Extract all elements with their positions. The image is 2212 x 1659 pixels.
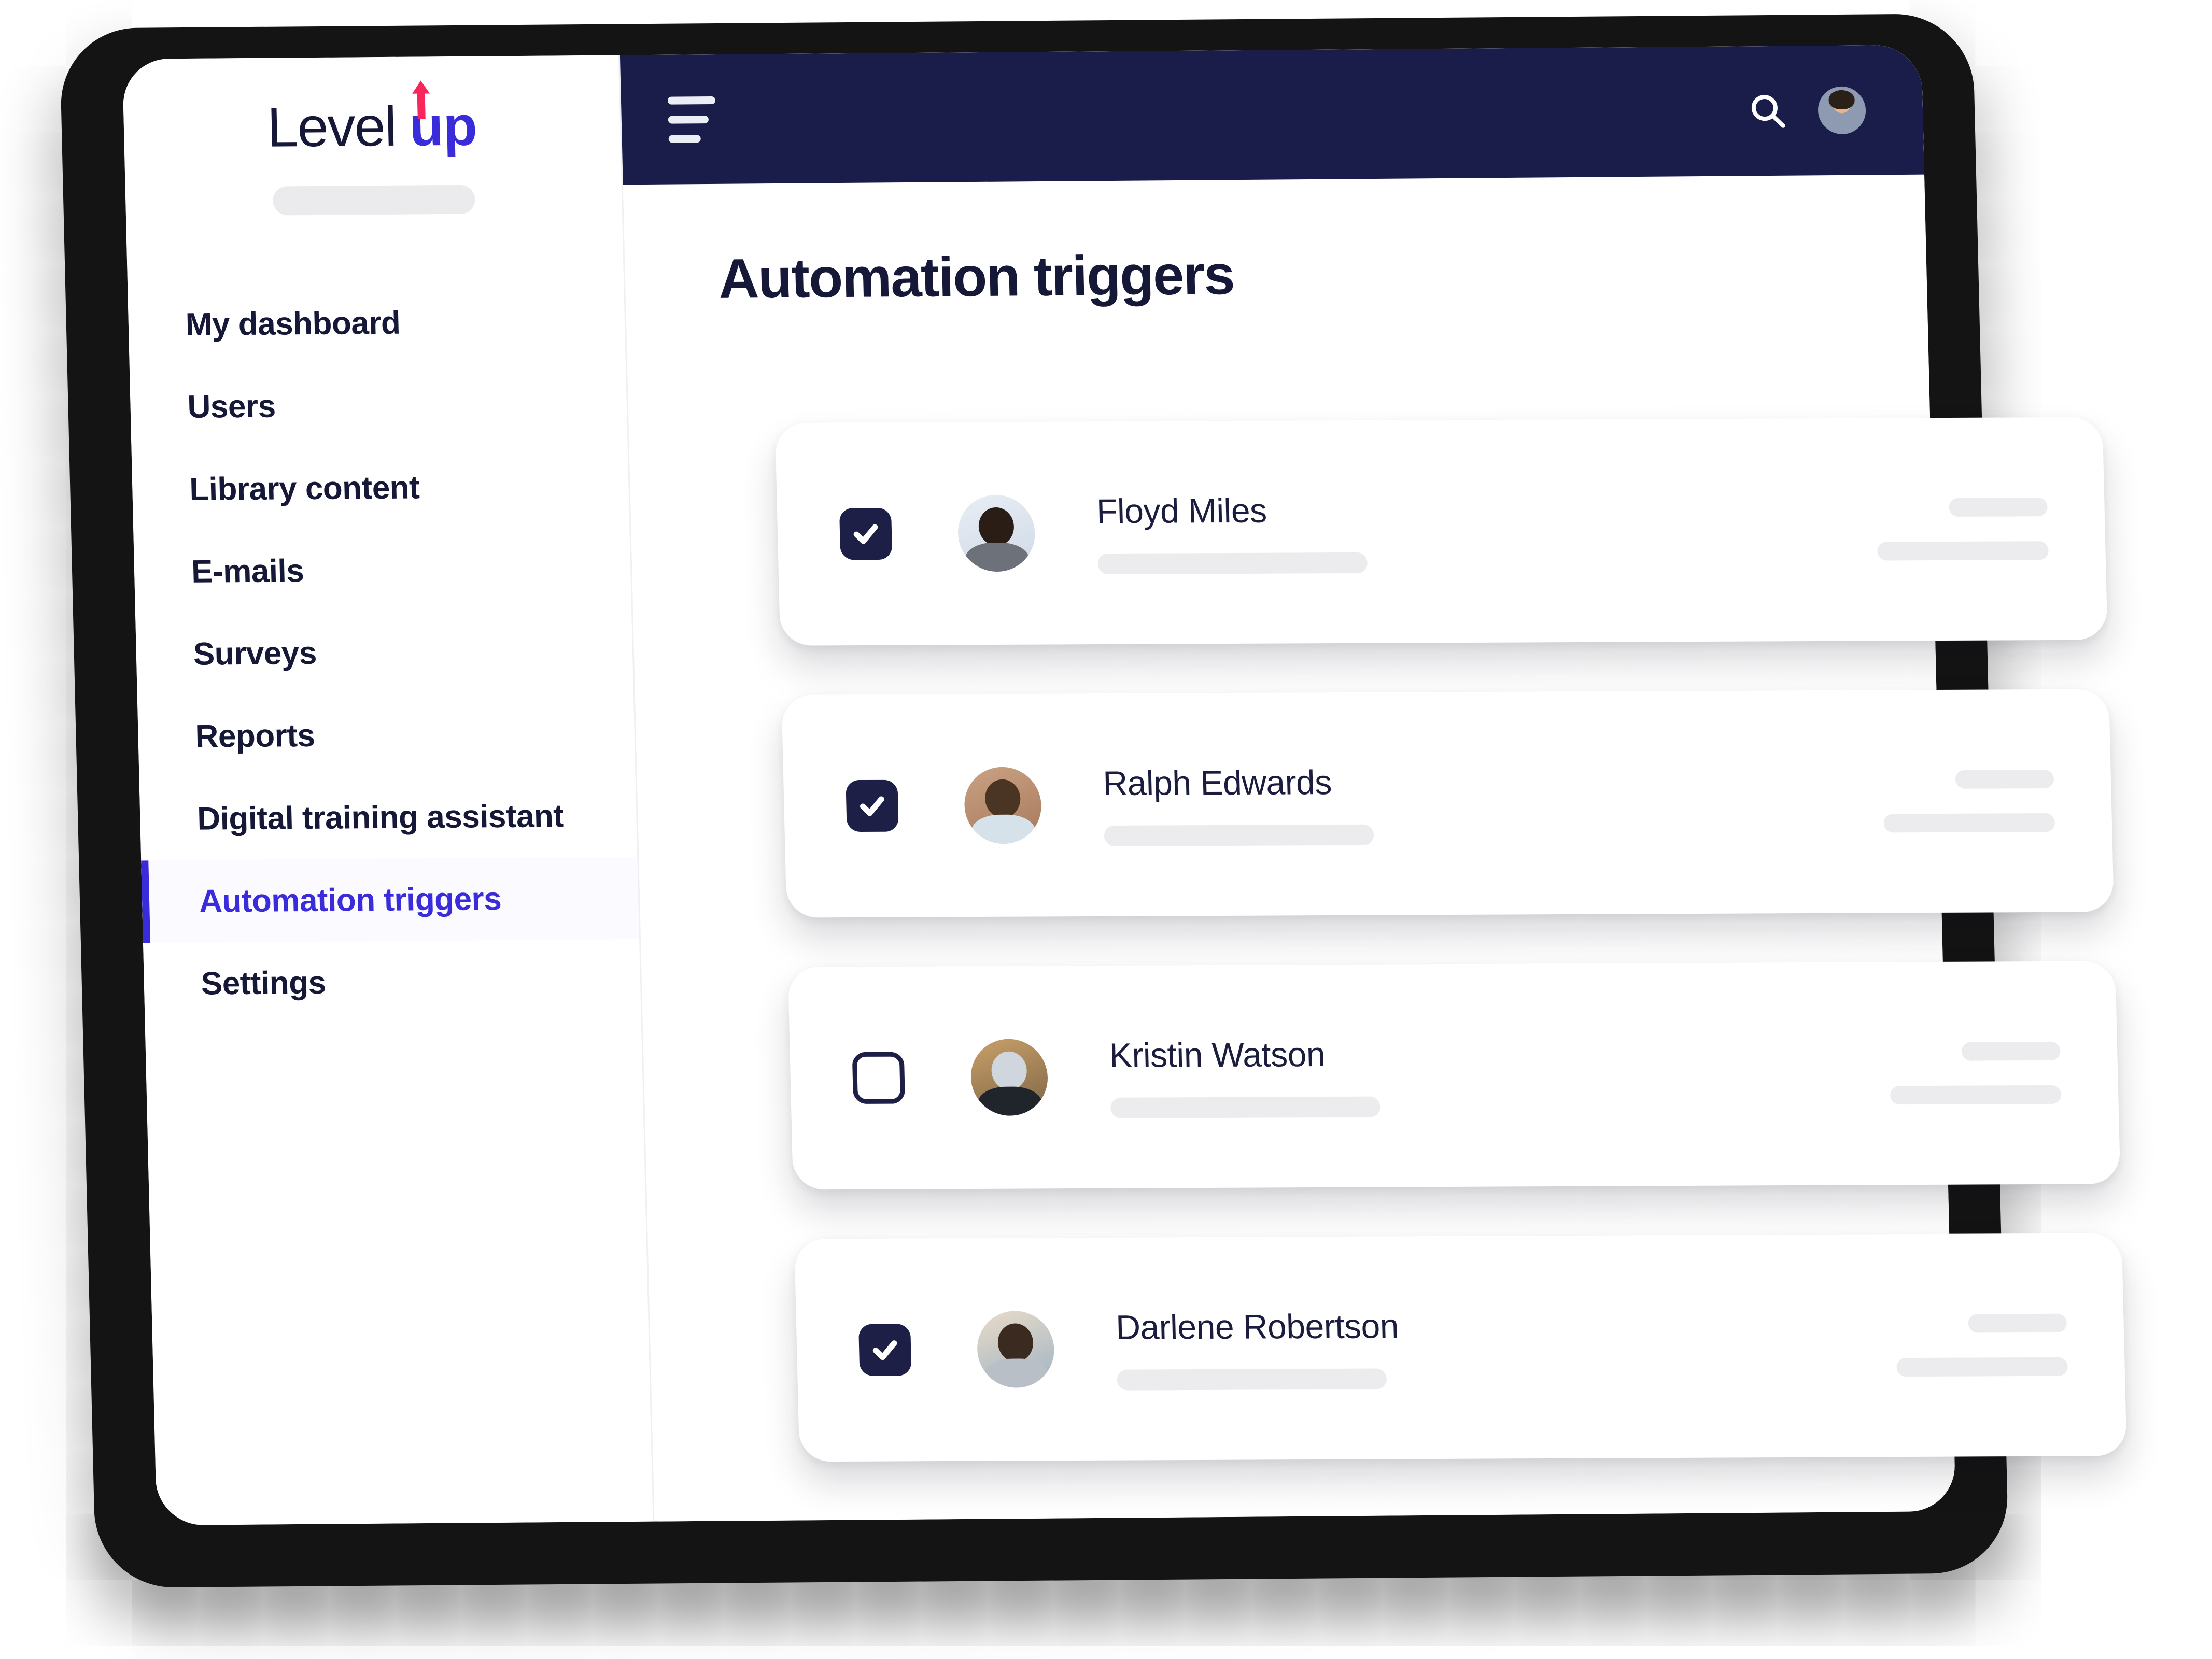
row-meta-bar-large	[1883, 813, 2055, 833]
avatar[interactable]	[1817, 86, 1867, 135]
logo-text-primary: Level	[266, 94, 397, 159]
sidebar-item-e-mails[interactable]: E-mails	[133, 527, 631, 613]
automation-trigger-list: Floyd Miles Ralph Edwards Kristin Watson…	[775, 417, 2128, 1511]
sidebar-item-my-dashboard[interactable]: My dashboard	[128, 280, 626, 366]
row-subtitle-skeleton	[1110, 1096, 1380, 1118]
sidebar-nav: My dashboard Users Library content E-mai…	[128, 280, 641, 1025]
check-icon	[872, 1340, 897, 1360]
table-row[interactable]: Darlene Robertson	[794, 1233, 2127, 1462]
scene: Level up My dashboard Users Library cont…	[0, 0, 2212, 1659]
row-meta-skeletons	[1889, 1041, 2062, 1105]
row-meta-bar-large	[1877, 541, 2049, 561]
row-name: Floyd Miles	[1096, 491, 1267, 531]
avatar-kristin-watson	[970, 1039, 1049, 1116]
hamburger-line	[667, 96, 716, 105]
sidebar-item-automation-triggers[interactable]: Automation triggers	[141, 857, 640, 943]
row-checkbox-checked[interactable]	[846, 779, 899, 832]
sidebar: Level up My dashboard Users Library cont…	[122, 55, 655, 1526]
check-icon	[853, 524, 878, 544]
topbar-actions	[1748, 86, 1867, 135]
table-row[interactable]: Kristin Watson	[787, 961, 2121, 1190]
sidebar-item-library-content[interactable]: Library content	[132, 445, 630, 531]
row-meta-bar-large	[1896, 1357, 2068, 1377]
avatar-ralph-edwards	[963, 767, 1042, 844]
top-navbar	[619, 45, 1925, 185]
sidebar-skeleton-pill	[272, 185, 475, 216]
avatar-darlene-robertson	[976, 1311, 1055, 1388]
row-meta-skeletons	[1882, 769, 2055, 833]
row-subtitle-skeleton	[1104, 824, 1374, 846]
table-row[interactable]: Floyd Miles	[775, 417, 2108, 646]
sidebar-item-surveys[interactable]: Surveys	[135, 609, 633, 696]
row-meta-bar-small	[1949, 498, 2048, 517]
table-row[interactable]: Ralph Edwards	[781, 689, 2114, 918]
row-name: Darlene Robertson	[1115, 1307, 1399, 1346]
row-meta-bar-large	[1890, 1085, 2062, 1105]
row-meta-bar-small	[1955, 769, 2054, 789]
row-subtitle-skeleton	[1117, 1368, 1387, 1391]
sidebar-item-reports[interactable]: Reports	[137, 692, 636, 778]
sidebar-item-users[interactable]: Users	[130, 362, 628, 448]
row-subtitle-skeleton	[1097, 552, 1368, 575]
check-icon	[860, 796, 884, 816]
row-name: Ralph Edwards	[1102, 763, 1332, 802]
row-meta-bar-small	[1961, 1041, 2061, 1061]
row-meta-bar-small	[1968, 1313, 2067, 1333]
row-checkbox-checked[interactable]	[839, 507, 893, 560]
row-meta-skeletons	[1895, 1313, 2068, 1377]
row-meta-skeletons	[1876, 498, 2049, 561]
search-icon[interactable]	[1748, 92, 1787, 131]
app-logo[interactable]: Level up	[123, 76, 621, 159]
row-name: Kristin Watson	[1109, 1035, 1326, 1074]
avatar-floyd-miles	[957, 494, 1036, 572]
hamburger-line	[668, 134, 701, 143]
row-checkbox-checked[interactable]	[858, 1324, 912, 1376]
row-checkbox-unchecked[interactable]	[852, 1052, 906, 1104]
page-title: Automation triggers	[717, 243, 1235, 310]
sidebar-item-settings[interactable]: Settings	[143, 939, 641, 1025]
sidebar-item-digital-training-assistant[interactable]: Digital training assistant	[139, 774, 637, 860]
hamburger-icon[interactable]	[667, 96, 716, 143]
hamburger-line	[668, 115, 709, 124]
